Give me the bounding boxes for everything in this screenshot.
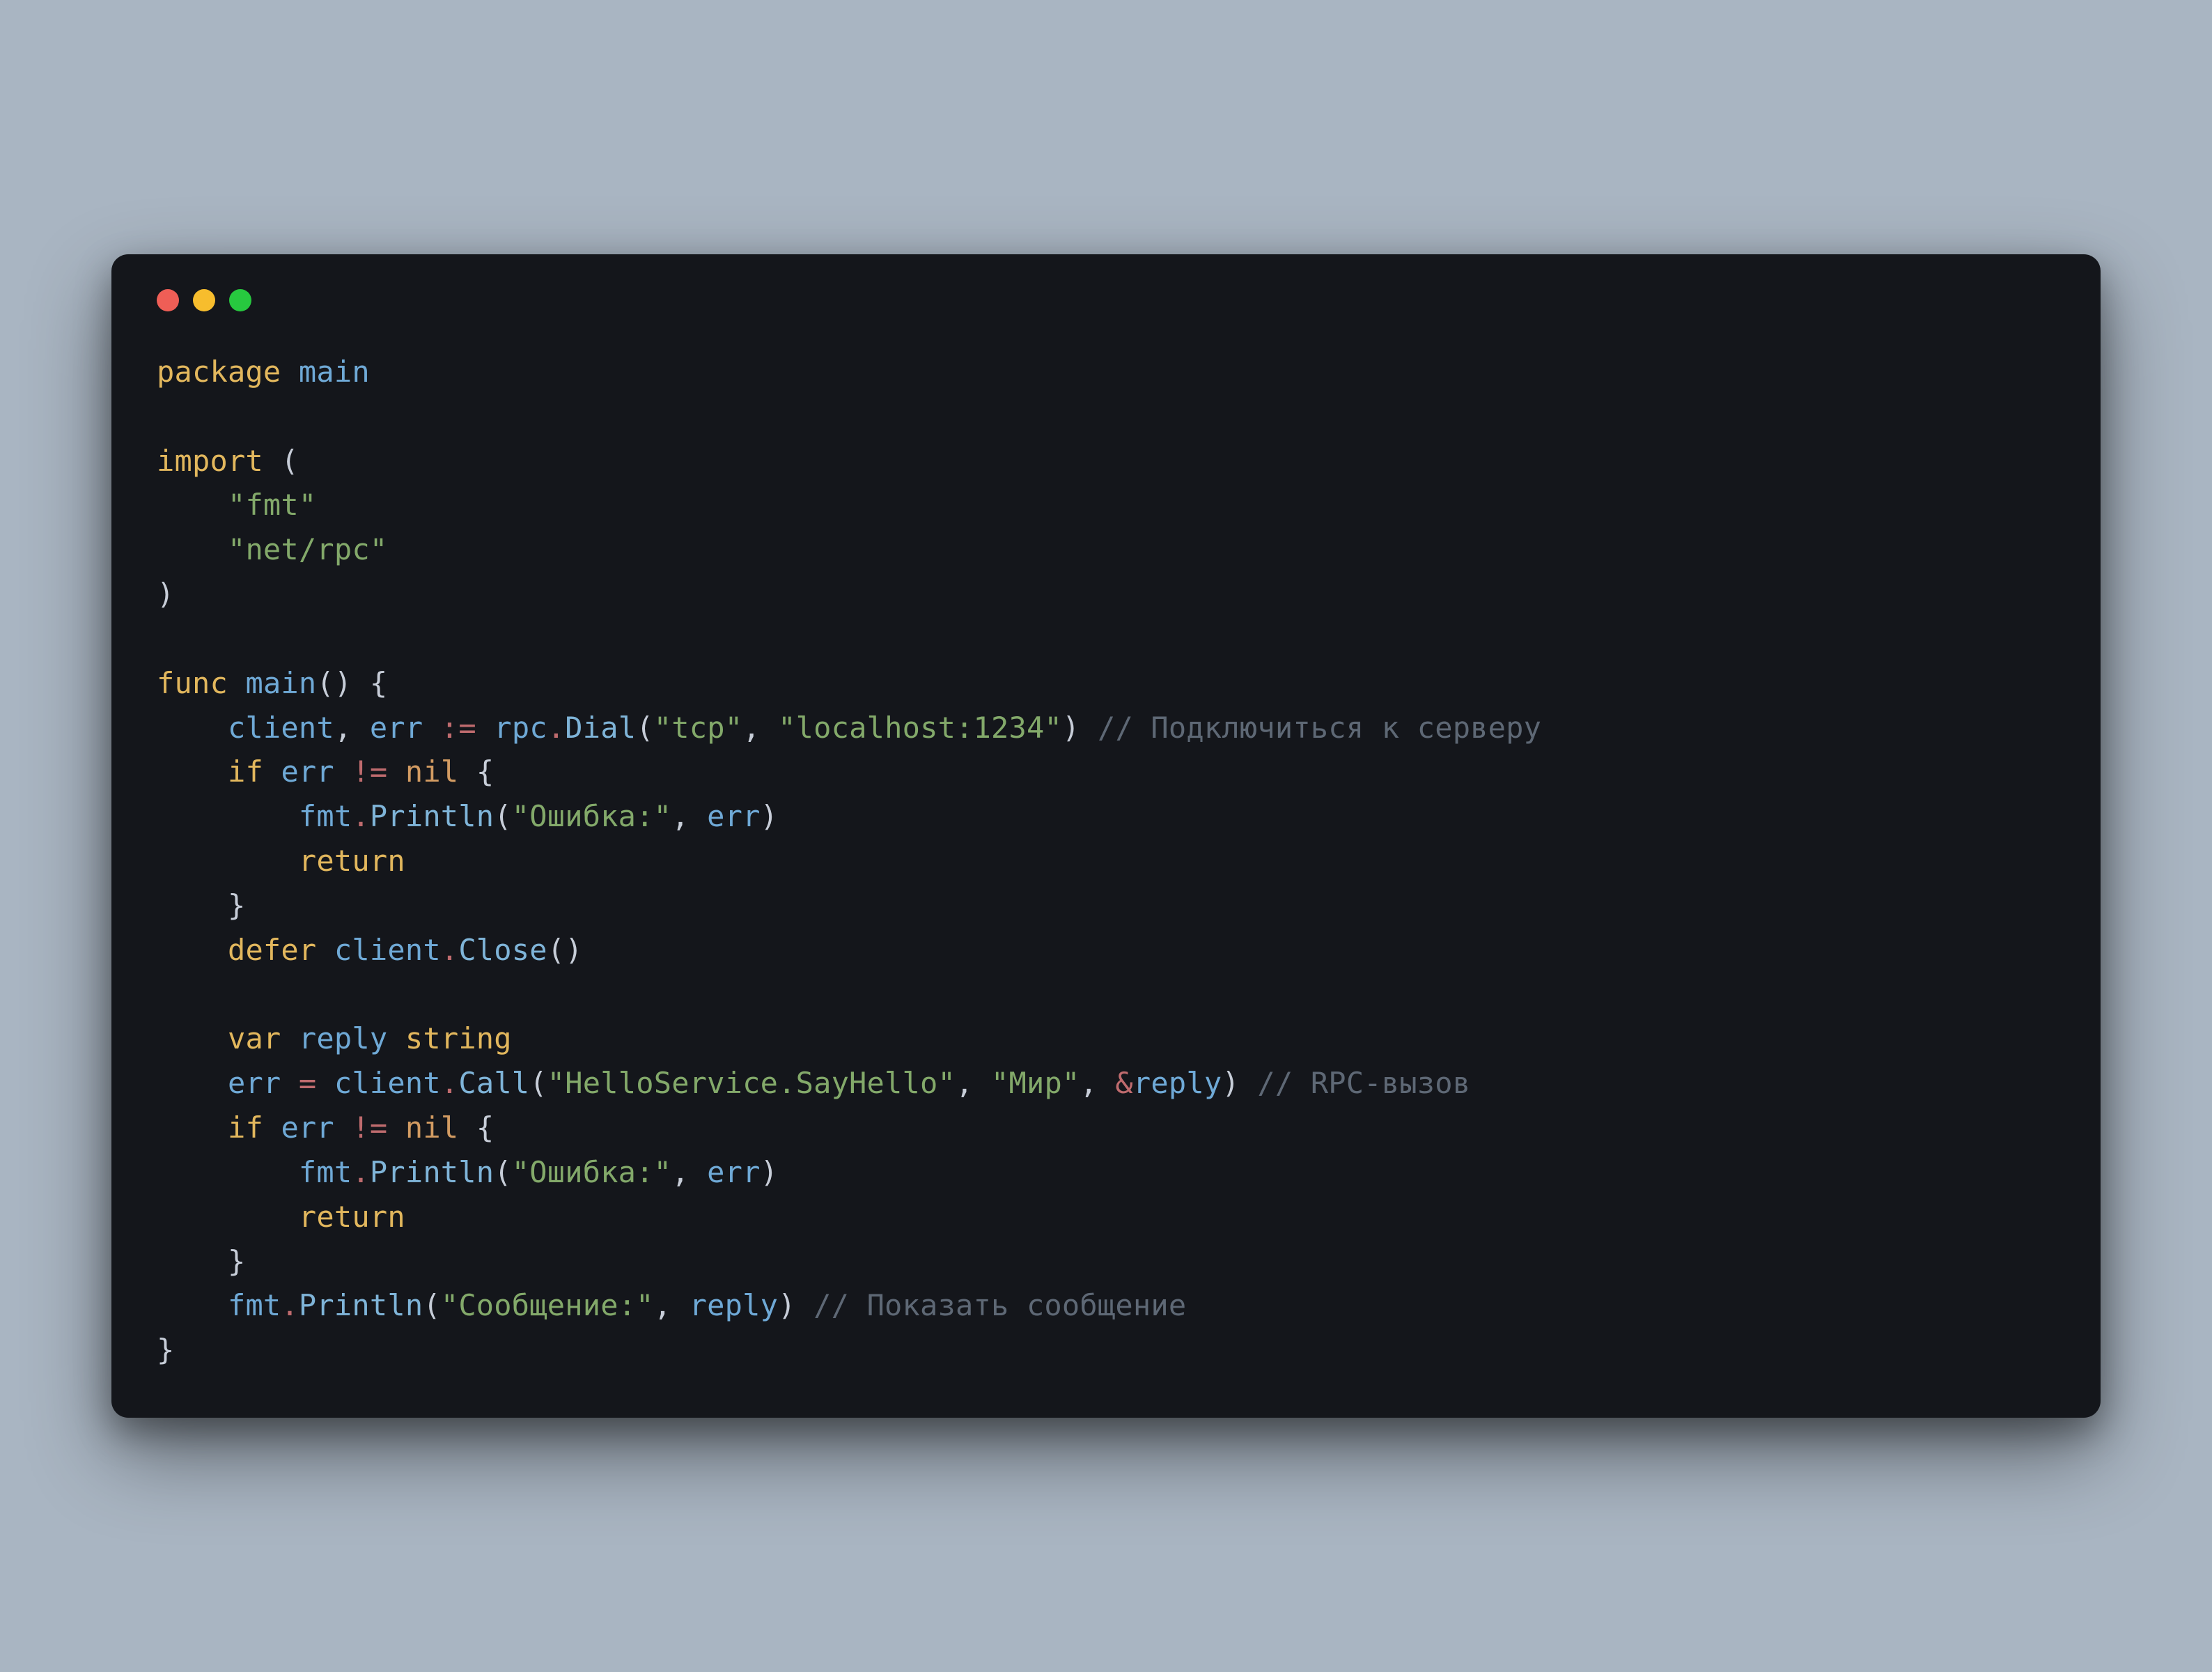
operator: != — [352, 754, 387, 789]
punct: , — [956, 1066, 974, 1100]
punct: { — [476, 754, 494, 789]
operator: & — [1115, 1066, 1133, 1100]
identifier: client — [334, 1066, 441, 1100]
keyword: import — [157, 444, 263, 478]
function: Close — [458, 933, 547, 967]
keyword: if — [228, 754, 263, 789]
operator: . — [352, 1155, 370, 1189]
traffic-lights — [157, 289, 2055, 311]
string: "Сообщение:" — [441, 1288, 654, 1322]
minimize-icon[interactable] — [193, 289, 215, 311]
identifier: rpc — [494, 711, 547, 745]
punct: ( — [423, 1288, 441, 1322]
operator: . — [547, 711, 566, 745]
function: Println — [370, 799, 494, 833]
identifier: reply — [690, 1288, 778, 1322]
punct: ) — [761, 799, 779, 833]
punct: ( — [529, 1066, 547, 1100]
identifier: err — [707, 1155, 760, 1189]
punct: , — [671, 1155, 690, 1189]
identifier: err — [370, 711, 423, 745]
punct: } — [157, 1333, 175, 1367]
function: Println — [370, 1155, 494, 1189]
punct: ) — [761, 1155, 779, 1189]
code-window: package main import ( "fmt" "net/rpc" ) … — [111, 254, 2101, 1418]
string: "fmt" — [228, 488, 316, 522]
string: "Ошибка:" — [512, 799, 671, 833]
identifier: err — [281, 754, 334, 789]
identifier: fmt — [299, 799, 352, 833]
comment: // Показать сообщение — [813, 1288, 1186, 1322]
punct: () — [547, 933, 583, 967]
type: string — [405, 1021, 512, 1055]
punct: , — [1080, 1066, 1098, 1100]
identifier: err — [707, 799, 760, 833]
keyword: package — [157, 355, 281, 389]
comment: // Подключиться к серверу — [1098, 711, 1541, 745]
nil: nil — [405, 1110, 458, 1145]
function: Call — [458, 1066, 529, 1100]
operator: . — [281, 1288, 299, 1322]
punct: ) — [1062, 711, 1080, 745]
identifier: fmt — [299, 1155, 352, 1189]
identifier: reply — [1133, 1066, 1222, 1100]
punct: ( — [494, 799, 512, 833]
punct: , — [742, 711, 761, 745]
identifier: reply — [299, 1021, 387, 1055]
identifier: main — [245, 666, 316, 700]
punct: ) — [1222, 1066, 1240, 1100]
punct: ( — [636, 711, 654, 745]
operator: := — [441, 711, 476, 745]
punct: , — [654, 1288, 672, 1322]
punct: { — [476, 1110, 494, 1145]
keyword: return — [299, 1200, 405, 1234]
string: "localhost:1234" — [778, 711, 1062, 745]
function: Dial — [565, 711, 636, 745]
keyword: func — [157, 666, 228, 700]
operator: . — [441, 933, 459, 967]
punct: , — [334, 711, 352, 745]
close-icon[interactable] — [157, 289, 179, 311]
identifier: client — [334, 933, 441, 967]
punct: } — [228, 1244, 246, 1278]
comment: // RPC-вызов — [1257, 1066, 1470, 1100]
operator: = — [299, 1066, 317, 1100]
operator: . — [352, 799, 370, 833]
maximize-icon[interactable] — [229, 289, 251, 311]
punct: { — [370, 666, 388, 700]
punct: () — [316, 666, 352, 700]
identifier: main — [299, 355, 370, 389]
punct: ( — [281, 444, 299, 478]
punct: } — [228, 888, 246, 922]
keyword: return — [299, 844, 405, 878]
identifier: client — [228, 711, 334, 745]
string: "Мир" — [991, 1066, 1080, 1100]
keyword: defer — [228, 933, 316, 967]
string: "HelloService.SayHello" — [547, 1066, 956, 1100]
operator: != — [352, 1110, 387, 1145]
code-block: package main import ( "fmt" "net/rpc" ) … — [157, 350, 2055, 1372]
identifier: fmt — [228, 1288, 281, 1322]
punct: ) — [778, 1288, 796, 1322]
keyword: var — [228, 1021, 281, 1055]
keyword: if — [228, 1110, 263, 1145]
identifier: err — [281, 1110, 334, 1145]
punct: ) — [157, 577, 175, 611]
string: "net/rpc" — [228, 532, 387, 566]
function: Println — [299, 1288, 423, 1322]
operator: . — [441, 1066, 459, 1100]
identifier: err — [228, 1066, 281, 1100]
string: "tcp" — [654, 711, 742, 745]
string: "Ошибка:" — [512, 1155, 671, 1189]
nil: nil — [405, 754, 458, 789]
punct: , — [671, 799, 690, 833]
punct: ( — [494, 1155, 512, 1189]
